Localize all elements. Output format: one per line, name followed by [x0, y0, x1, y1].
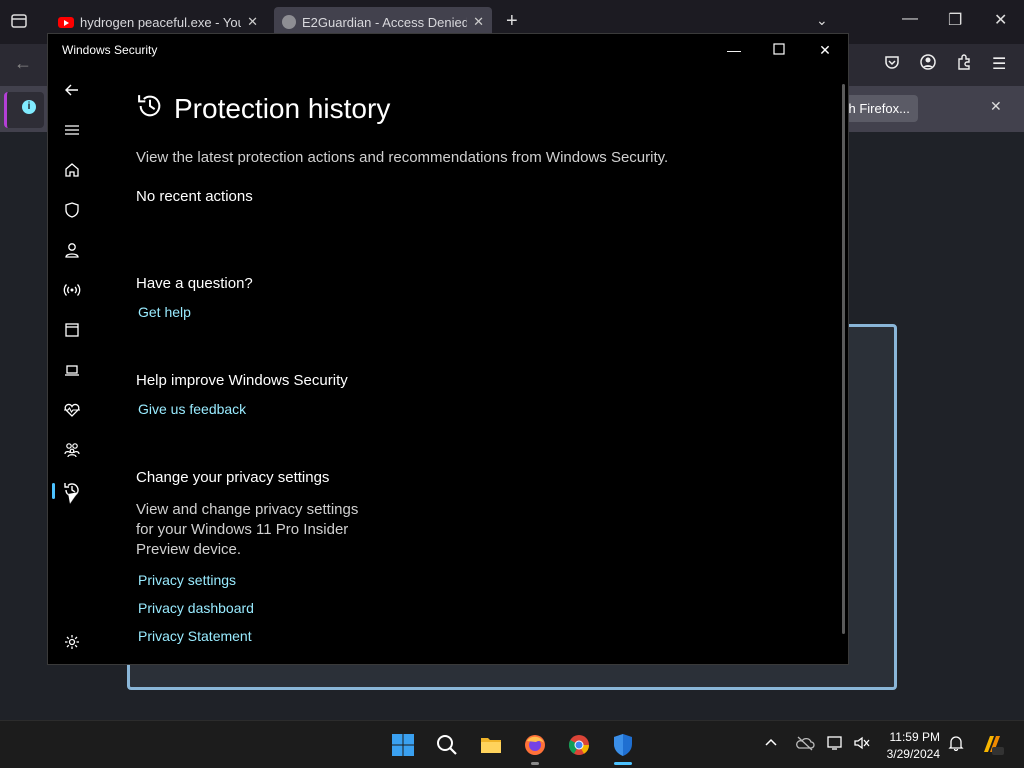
new-tab-icon[interactable]: + [506, 11, 518, 31]
close-icon[interactable]: ✕ [990, 98, 1002, 115]
laptop-icon[interactable] [61, 359, 83, 381]
privacy-dashboard-link[interactable]: Privacy dashboard [138, 600, 836, 616]
home-icon[interactable] [61, 159, 83, 181]
window-title: Windows Security [62, 43, 158, 57]
youtube-icon [58, 16, 74, 28]
chrome-icon[interactable] [567, 733, 591, 757]
family-icon[interactable] [61, 439, 83, 461]
firefox-icon[interactable] [523, 733, 547, 757]
health-heart-icon[interactable] [61, 399, 83, 421]
settings-gear-icon[interactable] [61, 631, 83, 653]
volume-muted-icon[interactable] [853, 735, 873, 753]
back-arrow-icon[interactable] [61, 79, 83, 101]
main-content: Protection history View the latest prote… [136, 92, 836, 645]
firefox-view-icon[interactable] [10, 12, 30, 32]
app-browser-icon[interactable] [61, 319, 83, 341]
page-subtitle: View the latest protection actions and r… [136, 149, 669, 166]
title-bar: Windows Security — ✕ [48, 34, 848, 66]
feedback-link[interactable]: Give us feedback [138, 401, 836, 417]
restore-icon[interactable]: ❐ [948, 10, 962, 30]
chevron-up-icon[interactable] [763, 735, 781, 753]
extensions-icon[interactable] [956, 54, 972, 75]
scrollbar[interactable] [842, 84, 845, 634]
mouse-cursor [68, 492, 80, 504]
privacy-settings-link[interactable]: Privacy settings [138, 572, 836, 588]
close-icon[interactable]: ✕ [994, 10, 1007, 30]
history-icon [136, 92, 164, 125]
close-icon[interactable]: ✕ [247, 14, 258, 30]
windows-security-icon[interactable] [611, 733, 635, 757]
account-icon[interactable] [920, 54, 936, 75]
page-title: Protection history [174, 92, 391, 124]
close-icon[interactable]: ✕ [815, 40, 835, 60]
minimize-icon[interactable]: — [902, 10, 918, 28]
search-icon[interactable] [435, 733, 459, 757]
site-icon [282, 15, 296, 29]
improve-heading: Help improve Windows Security [136, 372, 348, 389]
active-nav-indicator [52, 483, 55, 499]
tab-title: hydrogen peaceful.exe - YouTu [80, 14, 241, 30]
help-heading: Have a question? [136, 275, 253, 292]
pocket-icon[interactable] [884, 54, 900, 75]
network-display-icon[interactable] [827, 735, 847, 753]
onedrive-offline-icon[interactable] [795, 735, 815, 753]
privacy-heading: Change your privacy settings [136, 469, 330, 486]
shield-icon[interactable] [61, 199, 83, 221]
taskbar: 11:59 PM 3/29/2024 [0, 720, 1024, 768]
back-arrow-icon[interactable]: ← [14, 53, 32, 74]
page-header: Protection history [136, 92, 836, 125]
clock-date[interactable]: 3/29/2024 [874, 747, 940, 761]
privacy-description: View and change privacy settings for you… [136, 501, 359, 558]
notification-bell-icon[interactable] [948, 735, 966, 753]
wifi-antenna-icon[interactable] [61, 279, 83, 301]
tab-title: E2Guardian - Access Denied [302, 14, 468, 30]
copilot-icon[interactable] [980, 732, 1004, 756]
info-icon: i [22, 100, 36, 114]
active-app-indicator [614, 762, 632, 765]
clock-time[interactable]: 11:59 PM [874, 730, 940, 744]
minimize-icon[interactable]: — [724, 40, 744, 60]
privacy-statement-link[interactable]: Privacy Statement [138, 628, 836, 644]
menu-icon[interactable] [61, 119, 83, 141]
start-windows-icon[interactable] [391, 733, 415, 757]
get-help-link[interactable]: Get help [138, 304, 836, 320]
empty-state-text: No recent actions [136, 188, 253, 205]
close-icon[interactable]: ✕ [473, 14, 484, 30]
hamburger-menu-icon[interactable]: ☰ [992, 54, 1006, 74]
running-indicator [531, 762, 539, 765]
chevron-down-icon[interactable]: ⌄ [816, 12, 828, 29]
file-explorer-icon[interactable] [479, 733, 503, 757]
windows-security-window: Windows Security — ✕ Protection history … [47, 33, 849, 665]
maximize-icon[interactable] [769, 40, 789, 60]
person-icon[interactable] [61, 239, 83, 261]
